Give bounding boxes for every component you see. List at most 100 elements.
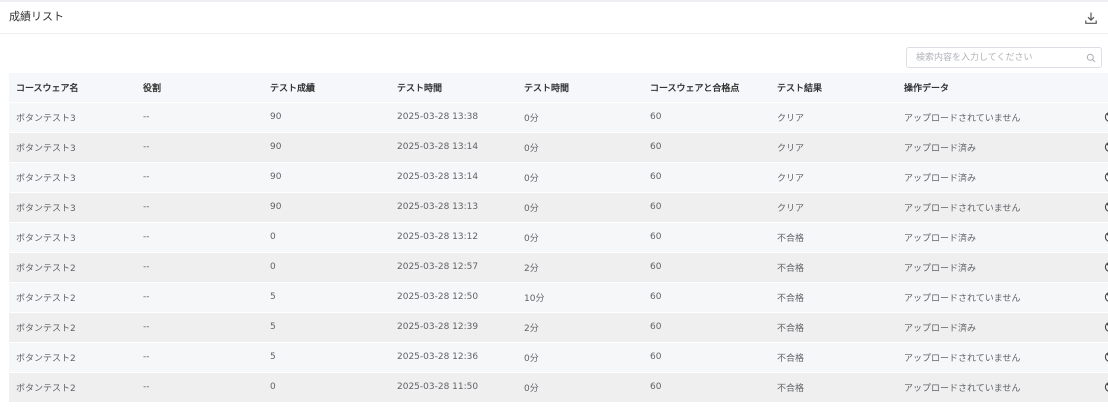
duration-cell: 0分 [524, 173, 539, 184]
courseware-cell: ボタンテスト2 [16, 323, 76, 334]
score-cell: 90 [270, 202, 282, 212]
result-cell: クリア [777, 143, 805, 154]
column-header-test-time[interactable]: テスト時間 [390, 73, 517, 102]
disabled-icon[interactable] [1104, 291, 1108, 303]
score-cell: 5 [270, 292, 276, 302]
search-input[interactable] [907, 48, 1083, 67]
duration-cell: 0分 [524, 203, 539, 214]
pass-mark-cell: 60 [650, 202, 662, 212]
courseware-cell: ボタンテスト3 [16, 143, 76, 154]
duration-cell: 0分 [524, 143, 539, 154]
pass-mark-cell: 60 [650, 292, 662, 302]
test-time-cell: 2025-03-28 13:38 [397, 112, 479, 122]
table-row[interactable]: ボタンテスト3 -- 90 2025-03-28 13:13 0分 60 クリア アップロード… [9, 192, 1108, 222]
row-action-cell [1024, 342, 1108, 372]
duration-cell: 2分 [524, 263, 539, 274]
test-time-cell: 2025-03-28 13:14 [397, 172, 479, 182]
row-action-cell [1024, 162, 1108, 192]
role-cell: -- [143, 172, 150, 182]
role-cell: -- [143, 112, 150, 122]
pass-mark-cell: 60 [650, 142, 662, 152]
column-header-role[interactable]: 役割 [136, 73, 263, 102]
table-row[interactable]: ボタンテスト3 -- 90 2025-03-28 13:38 0分 60 クリア アップロード… [9, 102, 1108, 132]
courseware-cell: ボタンテスト2 [16, 293, 76, 304]
test-time-cell: 2025-03-28 12:50 [397, 292, 479, 302]
disabled-icon[interactable] [1104, 231, 1108, 243]
table-row[interactable]: ボタンテスト2 -- 5 2025-03-28 12:39 2分 60 不合格 アップロード済… [9, 312, 1108, 342]
row-action-cell [1024, 312, 1108, 342]
disabled-icon[interactable] [1104, 201, 1108, 213]
row-action-cell [1024, 282, 1108, 312]
courseware-cell: ボタンテスト2 [16, 263, 76, 274]
column-header-score[interactable]: テスト成績 [263, 73, 390, 102]
table-row[interactable]: ボタンテスト3 -- 90 2025-03-28 13:14 0分 60 クリア アップロード… [9, 132, 1108, 162]
table-body: ボタンテスト3 -- 90 2025-03-28 13:38 0分 60 クリア アップロード… [9, 102, 1108, 402]
column-header-operation-data[interactable]: 操作データ [897, 73, 1024, 102]
disabled-icon[interactable] [1104, 111, 1108, 123]
column-header-action [1024, 73, 1108, 102]
table-row[interactable]: ボタンテスト2 -- 5 2025-03-28 12:36 0分 60 不合格 アップロードさ… [9, 342, 1108, 372]
page-title: 成績リスト [9, 10, 64, 23]
courseware-cell: ボタンテスト2 [16, 383, 76, 394]
duration-cell: 0分 [524, 233, 539, 244]
test-time-cell: 2025-03-28 12:36 [397, 352, 479, 362]
row-action-cell [1024, 102, 1108, 132]
column-header-courseware[interactable]: コースウェア名 [9, 73, 136, 102]
panel-header: 成績リスト [0, 2, 1108, 34]
test-time-cell: 2025-03-28 13:13 [397, 202, 479, 212]
disabled-icon[interactable] [1104, 171, 1108, 183]
score-cell: 90 [270, 112, 282, 122]
operation-data-cell: アップロードされていません [904, 203, 1021, 214]
operation-data-cell: アップロード済み [904, 263, 977, 274]
courseware-cell: ボタンテスト2 [16, 353, 76, 364]
courseware-cell: ボタンテスト3 [16, 173, 76, 184]
pass-mark-cell: 60 [650, 262, 662, 272]
courseware-cell: ボタンテスト3 [16, 203, 76, 214]
courseware-cell: ボタンテスト3 [16, 113, 76, 124]
table-row[interactable]: ボタンテスト3 -- 90 2025-03-28 13:14 0分 60 クリア アップロード… [9, 162, 1108, 192]
score-cell: 0 [270, 232, 276, 242]
disabled-icon[interactable] [1104, 381, 1108, 393]
result-cell: クリア [777, 203, 805, 214]
result-cell: クリア [777, 113, 805, 124]
operation-data-cell: アップロード済み [904, 143, 977, 154]
role-cell: -- [143, 382, 150, 393]
disabled-icon[interactable] [1104, 261, 1108, 273]
column-header-pass-mark[interactable]: コースウェアと合格点 [643, 73, 770, 102]
operation-data-cell: アップロードされていません [904, 113, 1021, 124]
duration-cell: 0分 [524, 383, 539, 394]
operation-data-cell: アップロードされていません [904, 383, 1021, 394]
role-cell: -- [143, 142, 150, 152]
table-row[interactable]: ボタンテスト2 -- 0 2025-03-28 12:57 2分 60 不合格 アップロード済… [9, 252, 1108, 282]
test-time-cell: 2025-03-28 13:14 [397, 142, 479, 152]
search-box [906, 47, 1102, 68]
disabled-icon[interactable] [1104, 351, 1108, 363]
pass-mark-cell: 60 [650, 232, 662, 242]
score-cell: 5 [270, 322, 276, 332]
table-row[interactable]: ボタンテスト2 -- 0 2025-03-28 11:50 0分 60 不合格 アップロードさ… [9, 372, 1108, 402]
pass-mark-cell: 60 [650, 172, 662, 182]
pass-mark-cell: 60 [650, 352, 662, 362]
duration-cell: 10分 [524, 293, 545, 304]
test-time-cell: 2025-03-28 12:57 [397, 262, 479, 272]
operation-data-cell: アップロード済み [904, 173, 977, 184]
operation-data-cell: アップロード済み [904, 233, 977, 244]
table-row[interactable]: ボタンテスト2 -- 5 2025-03-28 12:50 10分 60 不合格 アップロード… [9, 282, 1108, 312]
column-header-result[interactable]: テスト結果 [770, 73, 897, 102]
result-cell: 不合格 [777, 293, 805, 304]
role-cell: -- [143, 352, 150, 362]
column-header-duration[interactable]: テスト時間 [517, 73, 643, 102]
disabled-icon[interactable] [1104, 141, 1108, 153]
search-icon[interactable] [1086, 53, 1096, 63]
table-row[interactable]: ボタンテスト3 -- 0 2025-03-28 13:12 0分 60 不合格 アップロード済… [9, 222, 1108, 252]
row-action-cell [1024, 372, 1108, 402]
disabled-icon[interactable] [1104, 321, 1108, 333]
download-icon[interactable] [1084, 11, 1098, 25]
duration-cell: 0分 [524, 113, 539, 124]
result-cell: 不合格 [777, 383, 805, 394]
role-cell: -- [143, 202, 150, 212]
score-cell: 90 [270, 142, 282, 152]
operation-data-cell: アップロードされていません [904, 293, 1021, 304]
row-action-cell [1024, 222, 1108, 252]
role-cell: -- [143, 262, 150, 272]
